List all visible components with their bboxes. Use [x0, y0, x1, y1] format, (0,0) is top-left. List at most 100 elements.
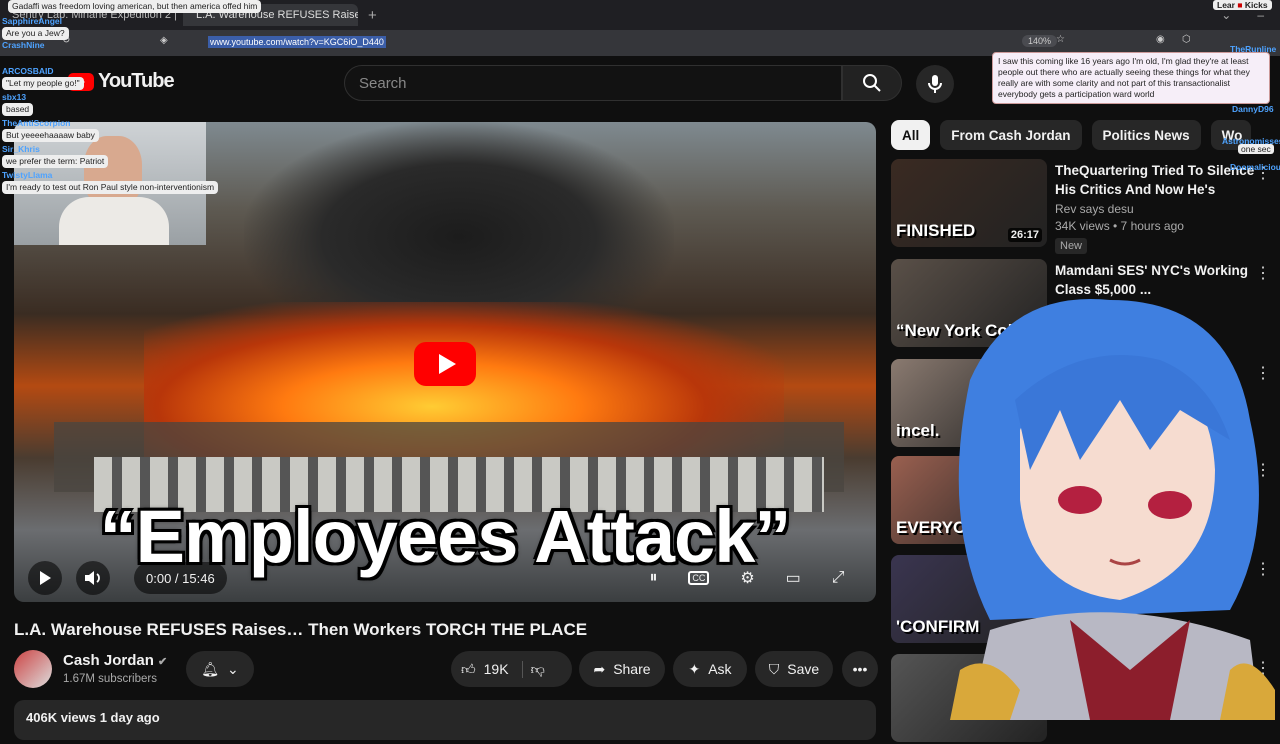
- chevron-down-icon: ⌄: [227, 660, 239, 677]
- chat-username: CrashNine: [2, 40, 45, 50]
- chat-text: But yeeeehaaaaw baby: [2, 129, 99, 142]
- ask-label: Ask: [708, 661, 732, 677]
- chip-all[interactable]: All: [891, 120, 931, 150]
- extensions-icon[interactable]: ⬡: [1182, 34, 1191, 45]
- chat-name: TheRunline: [1230, 44, 1277, 54]
- star-icon[interactable]: ☆: [1056, 34, 1065, 45]
- channel-avatar[interactable]: [14, 650, 52, 688]
- filter-chips: All From Cash Jordan Politics News Wo: [891, 120, 1251, 150]
- chat-message: ARCOSBAID "Let my people go!": [2, 66, 84, 90]
- zoom-level[interactable]: 140%: [1022, 35, 1058, 47]
- shield-icon[interactable]: ◈: [160, 35, 168, 46]
- theater-icon[interactable]: ▭: [786, 568, 801, 588]
- like-count: 19K: [483, 661, 509, 677]
- chat-name: Doomalicious: [1230, 162, 1280, 172]
- search-placeholder: Search: [359, 74, 407, 92]
- bell-icon: 🔔︎: [201, 660, 220, 677]
- chat-text: we prefer the term: Patriot: [2, 155, 109, 168]
- thumbnail-overlay-text: FINISHED: [896, 221, 976, 240]
- youtube-logo[interactable]: YouTube: [68, 70, 175, 93]
- pause-icon[interactable]: ⏸: [649, 569, 657, 587]
- url-field[interactable]: www.youtube.com/watch?v=KGC6iO_D440: [208, 36, 386, 48]
- dislike-button[interactable]: 👎︎: [531, 661, 545, 678]
- search-button[interactable]: [842, 65, 902, 101]
- new-tab-button[interactable]: +: [368, 7, 377, 24]
- chat-message: TwistyLlama I'm ready to test out Ron Pau…: [2, 170, 219, 194]
- share-button[interactable]: ➦ Share: [579, 651, 665, 687]
- chat-message-large: I saw this coming like 16 years ago I'm …: [992, 52, 1270, 104]
- chat-username: Sir_Khris: [2, 144, 40, 154]
- thumbs-down-icon: 👎︎: [530, 660, 545, 677]
- heart-icon: ■: [1237, 0, 1243, 10]
- channel-name[interactable]: Cash Jordan ✔: [63, 652, 167, 669]
- voice-search-button[interactable]: [916, 65, 954, 103]
- fullscreen-icon[interactable]: ⤢: [832, 569, 845, 587]
- sparkle-icon: ✦: [688, 660, 701, 677]
- recommendation-title[interactable]: TheQuartering Tried To Silence His Criti…: [1055, 161, 1255, 199]
- chat-text: Are you a Jew?: [2, 27, 69, 40]
- video-player[interactable]: “Employees Attack” 0:00 / 15:46 ⏸ CC ⚙ ▭…: [14, 122, 876, 602]
- chat-name: DannyD96: [1232, 104, 1274, 114]
- chat-text: Gadaffi was freedom loving american, but…: [8, 0, 262, 13]
- more-actions-button[interactable]: •••: [842, 651, 878, 687]
- volume-icon: [85, 571, 100, 585]
- chip-from-channel[interactable]: From Cash Jordan: [940, 120, 1082, 150]
- bookmark-icon: ⛉: [768, 660, 780, 677]
- view-count: 406K views 1 day ago: [26, 710, 160, 725]
- description-box[interactable]: 406K views 1 day ago: [14, 700, 876, 740]
- big-play-button[interactable]: [414, 342, 476, 386]
- chat-message: Gadaffi was freedom loving american, but…: [8, 0, 262, 13]
- recommendation-thumbnail[interactable]: FINISHED 26:17: [891, 159, 1047, 247]
- chip-politics-news[interactable]: Politics News: [1091, 120, 1201, 150]
- save-label: Save: [787, 661, 820, 677]
- chat-username: sbx13: [2, 92, 27, 102]
- chat-message: Sir_Khris we prefer the term: Patriot: [2, 144, 109, 168]
- subscriber-count: 1.67M subscribers: [63, 672, 157, 685]
- share-icon: ➦: [593, 660, 606, 677]
- vtuber-avatar: [950, 299, 1275, 720]
- chat-text: based: [2, 103, 34, 116]
- captions-icon[interactable]: CC: [688, 571, 710, 585]
- chat-username: TheAntiScorpion: [2, 118, 71, 128]
- new-badge: New: [1055, 238, 1088, 254]
- time-display: 0:00 / 15:46: [134, 562, 227, 594]
- video-title: L.A. Warehouse REFUSES Raises… Then Work…: [14, 620, 588, 639]
- microphone-icon: [928, 75, 942, 93]
- settings-icon[interactable]: ⚙: [740, 568, 754, 588]
- chat-top-right: Lear ■ Kicks: [1213, 0, 1272, 10]
- play-icon: [40, 571, 51, 585]
- chevron-down-icon[interactable]: ⌄: [1221, 8, 1231, 22]
- like-button[interactable]: 👍︎ 19K: [461, 660, 523, 678]
- recommendation-meta: 34K views • 7 hours ago: [1055, 219, 1184, 233]
- verified-icon: ✔: [158, 655, 168, 668]
- chat-username: SapphireAngel: [2, 16, 62, 26]
- profile-icon[interactable]: ◉: [1156, 34, 1165, 45]
- share-label: Share: [613, 661, 651, 677]
- chat-message: SapphireAngel Are you a Jew?: [2, 16, 69, 40]
- chat-message: TheAntiScorpion But yeeeehaaaaw baby: [2, 118, 99, 142]
- chat-username: ARCOSBAID: [2, 66, 54, 76]
- chat-username: TwistyLlama: [2, 170, 53, 180]
- recommendation-channel[interactable]: Rev says desu: [1055, 202, 1255, 216]
- chat-message: CrashNine: [2, 40, 45, 51]
- thumbs-up-icon: 👍︎: [461, 660, 476, 677]
- channel-row: Cash Jordan ✔ 1.67M subscribers: [14, 650, 167, 688]
- ask-button[interactable]: ✦ Ask: [673, 651, 747, 687]
- minimize-icon[interactable]: –: [1257, 8, 1264, 22]
- chat-message: sbx13 based: [2, 92, 34, 116]
- chat-text: "Let my people go!": [2, 77, 84, 90]
- video-duration: 26:17: [1007, 228, 1042, 242]
- logo-text: YouTube: [98, 70, 175, 92]
- recommendation-item[interactable]: FINISHED 26:17 TheQuartering Tried To Sile…: [891, 159, 1271, 254]
- search-icon: [863, 74, 881, 92]
- search-input[interactable]: Search: [344, 65, 842, 101]
- subscribe-bell-button[interactable]: 🔔︎ ⌄: [186, 651, 254, 687]
- play-button[interactable]: [28, 561, 62, 595]
- play-icon: [438, 354, 456, 374]
- more-icon: •••: [852, 661, 868, 677]
- save-button[interactable]: ⛉ Save: [755, 651, 833, 687]
- like-dislike-group: 👍︎ 19K 👎︎: [451, 651, 572, 687]
- volume-button[interactable]: [76, 561, 110, 595]
- chat-message: one sec: [1238, 144, 1274, 154]
- chat-text: I'm ready to test out Ron Paul style non…: [2, 181, 219, 194]
